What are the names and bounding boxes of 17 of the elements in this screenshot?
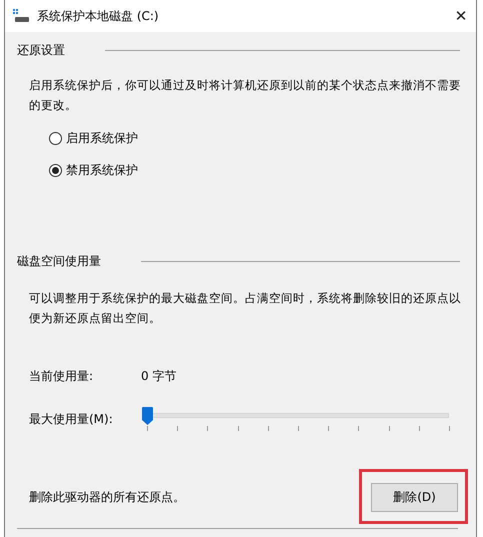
group-heading: 磁盘空间使用量 — [17, 253, 101, 270]
window-title: 系统保护本地磁盘 (C:) — [37, 8, 159, 24]
delete-button[interactable]: 删除(D) — [371, 483, 458, 512]
description-text: 可以调整用于系统保护的最大磁盘空间。占满空间时，系统将删除较旧的还原点以便为新还原点留出空间。 — [28, 290, 462, 327]
radio-button[interactable] — [49, 132, 62, 144]
current-usage-value: 0 字节 — [141, 368, 176, 385]
max-usage-label: 最大使用量(M): — [29, 410, 114, 428]
drive-icon — [13, 9, 29, 23]
radio-label: 禁用系统保护 — [66, 162, 138, 178]
radio-label: 启用系统保护 — [66, 130, 138, 146]
slider-thumb[interactable] — [142, 407, 153, 425]
description-text: 启用系统保护后，你可以通过及时将计算机还原到以前的某个状态点来撤消不需要的更改。 — [28, 77, 462, 114]
current-usage-label: 当前使用量: — [29, 368, 94, 385]
delete-description: 删除此驱动器的所有还原点。 — [29, 489, 185, 506]
radio-button[interactable] — [49, 164, 62, 176]
close-button[interactable]: ✕ — [446, 7, 476, 25]
group-heading: 还原设置 — [17, 42, 65, 59]
